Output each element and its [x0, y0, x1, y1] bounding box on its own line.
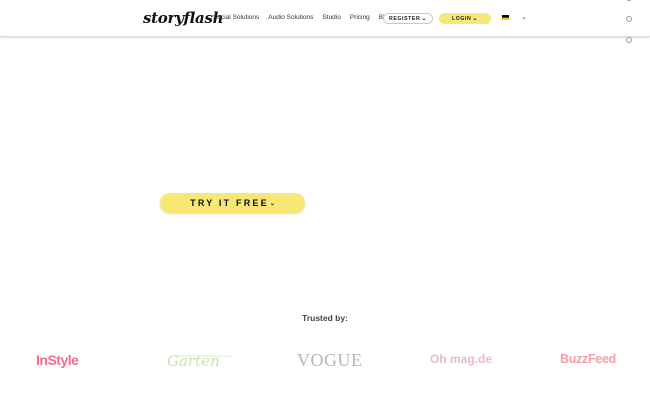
login-label: LOGIN [451, 15, 472, 22]
vogue-logo: VOGUE [297, 350, 363, 370]
storyflash-logo[interactable]: storyflash [143, 9, 224, 27]
instyle-logo: InStyle [36, 352, 79, 368]
buzzfeed-logo: BuzzFeed [560, 352, 616, 366]
ohmag-logo: Oh mag.de [430, 352, 493, 366]
cta-label: TRY IT FREE [190, 198, 269, 208]
language-chevron-down-icon[interactable]: ⌄ [521, 13, 527, 21]
trusted-by-label: Trusted by: [302, 313, 348, 323]
nav-studio[interactable]: Studio [322, 14, 340, 21]
nav-social-solutions[interactable]: Social Solutions [213, 14, 259, 21]
try-it-free-button[interactable]: TRY IT FREE ⌄ [160, 193, 305, 213]
register-button[interactable]: REGISTER ⌄ [383, 13, 433, 24]
slide-dot-2[interactable] [626, 16, 632, 22]
main-nav: Social Solutions Audio Solutions Studio … [213, 14, 401, 21]
nav-pricing[interactable]: Pricing [350, 14, 370, 21]
garten-logo: Garten [167, 352, 220, 370]
top-header: storyflash Social Solutions Audio Soluti… [0, 0, 650, 37]
login-button[interactable]: LOGIN ⌄ [439, 13, 491, 24]
chevron-down-icon: ⌄ [421, 16, 427, 22]
chevron-down-icon: ⌄ [472, 16, 479, 22]
nav-audio-solutions[interactable]: Audio Solutions [268, 14, 313, 21]
slide-dot-3[interactable] [626, 37, 632, 43]
chevron-down-icon: ⌄ [269, 200, 275, 207]
flag-de-icon[interactable] [502, 15, 509, 21]
register-label: REGISTER [389, 15, 421, 22]
